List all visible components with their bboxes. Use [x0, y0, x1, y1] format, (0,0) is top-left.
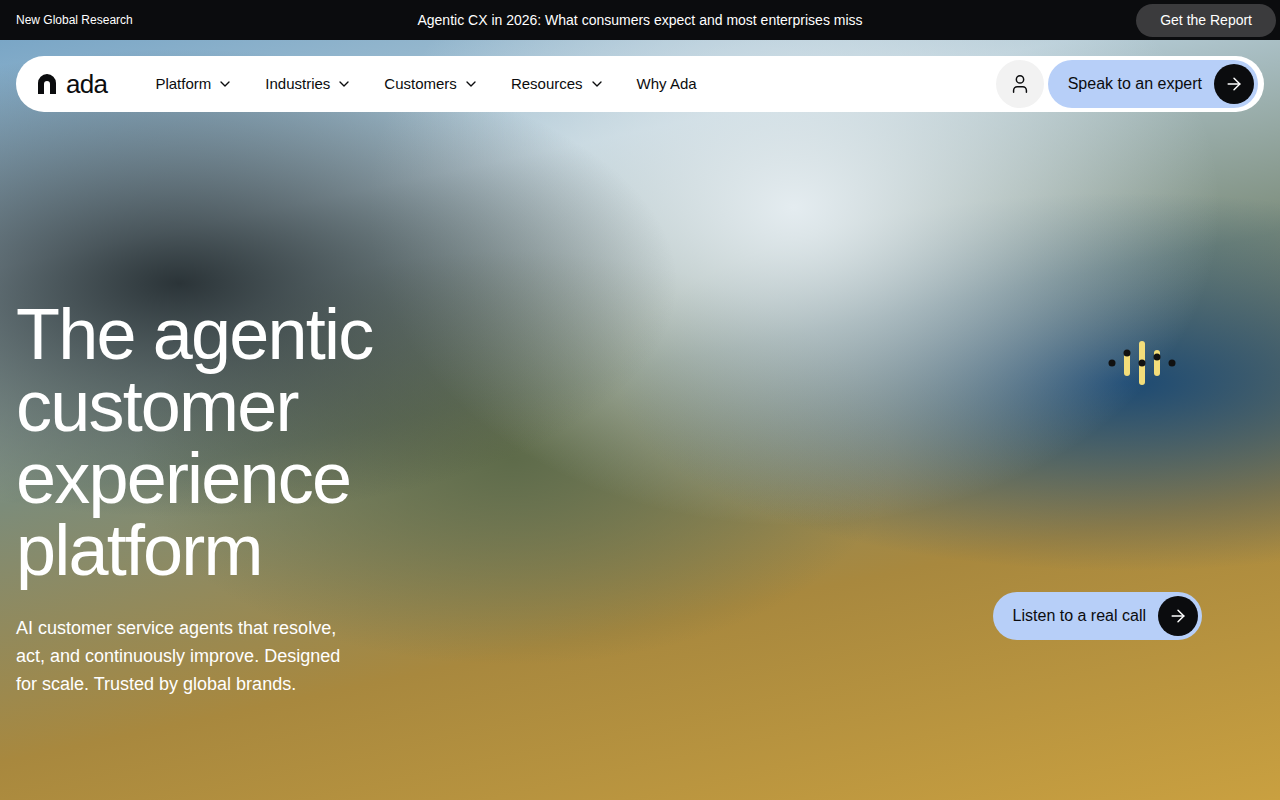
chevron-down-icon [589, 76, 605, 92]
account-button[interactable] [996, 60, 1044, 108]
logo-icon [36, 73, 58, 95]
hero-body: The agentic customer experience platform… [16, 112, 1264, 698]
chevron-down-icon [336, 76, 352, 92]
hero-text: The agentic customer experience platform… [16, 112, 456, 698]
hero: ada Platform Industries Customers Resources W… [0, 40, 1280, 800]
main-nav: ada Platform Industries Customers Resources W… [16, 56, 1264, 112]
nav-item[interactable]: Customers [384, 73, 479, 96]
get-report-button[interactable]: Get the Report [1136, 4, 1276, 37]
listen-call-button[interactable]: Listen to a real call [993, 592, 1202, 640]
nav-items: Platform Industries Customers Resources Why … [155, 73, 696, 96]
user-icon [1009, 73, 1031, 95]
voice-wave-icon [1108, 338, 1178, 388]
speak-to-expert-button[interactable]: Speak to an expert [1048, 60, 1258, 108]
nav-item[interactable]: Why Ada [637, 73, 697, 96]
logo[interactable]: ada [36, 71, 107, 97]
nav-item[interactable]: Industries [265, 73, 352, 96]
arrow-icon [1214, 64, 1254, 104]
banner-label: New Global Research [16, 11, 417, 29]
announcement-banner: New Global ResearchAgentic CX in 2026: W… [0, 0, 1280, 40]
banner-headline[interactable]: Agentic CX in 2026: What consumers expec… [417, 10, 862, 31]
hero-right: Listen to a real call [994, 112, 1264, 698]
hero-title: The agentic customer experience platform [16, 298, 456, 586]
chevron-down-icon [463, 76, 479, 92]
page: New Global ResearchAgentic CX in 2026: W… [0, 0, 1280, 800]
nav-item[interactable]: Platform [155, 73, 233, 96]
nav-item[interactable]: Resources [511, 73, 605, 96]
arrow-icon [1158, 596, 1198, 636]
hero-subtitle: AI customer service agents that resolve,… [16, 614, 361, 698]
chevron-down-icon [217, 76, 233, 92]
